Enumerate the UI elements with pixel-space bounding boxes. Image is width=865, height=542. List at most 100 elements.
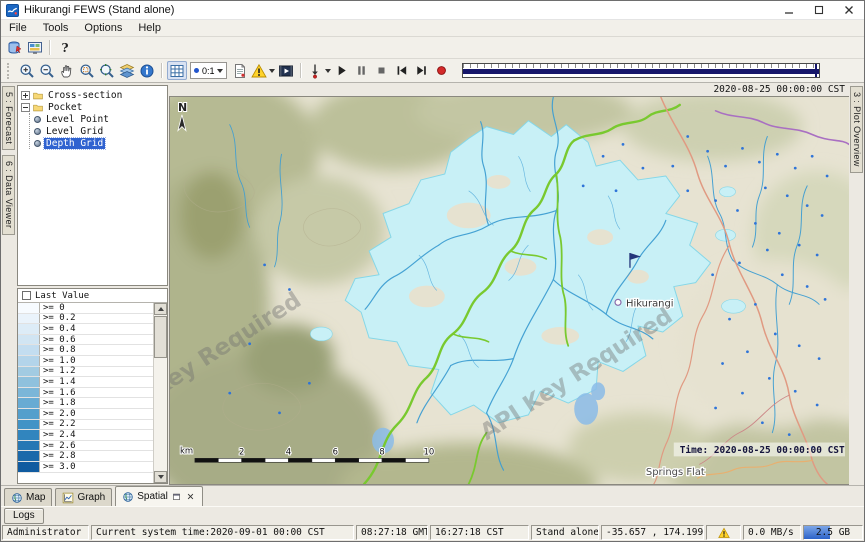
maximize-button[interactable]: [804, 1, 834, 19]
layer-ratio-dropdown[interactable]: 0:1: [190, 62, 227, 79]
tab-data-viewer[interactable]: 6 : Data Viewer: [2, 155, 15, 234]
scroll-up-button[interactable]: [154, 303, 167, 315]
legend-label: >= 2.0: [40, 409, 153, 419]
tree-item-pocket[interactable]: Pocket: [21, 101, 167, 113]
folder-icon: [32, 102, 44, 113]
expand-plus-icon[interactable]: [21, 91, 30, 100]
logs-button[interactable]: Logs: [4, 508, 44, 524]
record-icon: [434, 63, 449, 78]
menu-tools[interactable]: Tools: [35, 21, 77, 35]
tree-item-depth-grid[interactable]: Depth Grid: [34, 137, 167, 149]
collapse-minus-icon[interactable]: [21, 103, 30, 112]
step-back-button[interactable]: [392, 61, 412, 80]
tab-spatial-label: Spatial: [137, 491, 168, 502]
animation-export-button[interactable]: [276, 61, 296, 80]
step-forward-button[interactable]: [412, 61, 432, 80]
tab-map[interactable]: Map: [4, 488, 52, 506]
arrow-down-icon: [158, 475, 164, 479]
tab-graph[interactable]: Graph: [55, 488, 112, 506]
close-button[interactable]: [834, 1, 864, 19]
zoom-box-button[interactable]: [77, 61, 97, 80]
current-time-strip: 2020-08-25 00:00:00 CST: [169, 83, 849, 96]
document-icon: [232, 63, 248, 79]
tab-graph-label: Graph: [77, 492, 105, 503]
zoom-out-button[interactable]: [37, 61, 57, 80]
menu-file[interactable]: File: [1, 21, 35, 35]
legend-label: >= 1.8: [40, 398, 153, 408]
legend-label: >= 0: [40, 303, 153, 313]
zoom-extent-button[interactable]: [97, 61, 117, 80]
legend-scrollbar[interactable]: [154, 303, 167, 483]
topology-tree[interactable]: Cross-section Pocket Level Point Level G…: [17, 85, 168, 286]
legend-swatch: [18, 398, 40, 408]
menu-options[interactable]: Options: [76, 21, 130, 35]
minimize-button[interactable]: [774, 1, 804, 19]
scroll-down-button[interactable]: [154, 471, 167, 483]
pause-button[interactable]: [352, 61, 372, 80]
window-title: Hikurangi FEWS (Stand alone): [24, 4, 174, 16]
legend-swatch: [18, 462, 40, 472]
layers-button[interactable]: [117, 61, 137, 80]
tab-plot-overview[interactable]: 3 : Plot Overview: [850, 86, 863, 173]
legend-label: >= 1.6: [40, 388, 153, 398]
tree-item-cross-section[interactable]: Cross-section: [21, 89, 167, 101]
last-value-checkbox[interactable]: [22, 291, 31, 300]
stop-icon: [374, 63, 389, 78]
current-time-label: 2020-08-25 00:00:00 CST: [713, 84, 845, 95]
legend-label: >= 0.6: [40, 335, 153, 345]
legend-swatch: [18, 303, 40, 313]
legend-row: >= 2.2: [18, 420, 153, 431]
pan-button[interactable]: [57, 61, 77, 80]
toolbar-drag-handle[interactable]: [7, 63, 12, 79]
time-slider-cursor[interactable]: [815, 64, 817, 77]
database-button[interactable]: [5, 38, 25, 57]
play-button[interactable]: [332, 61, 352, 80]
scrollbar-track[interactable]: [154, 358, 167, 471]
help-button[interactable]: ?: [55, 38, 75, 57]
status-gmt-time: 08:27:18 GMT: [356, 525, 428, 540]
time-slider[interactable]: [462, 63, 820, 78]
node-bullet-icon: [34, 140, 41, 147]
main-toolbar: ?: [1, 37, 864, 59]
float-panel-button[interactable]: [171, 491, 182, 502]
tree-item-level-point[interactable]: Level Point: [34, 113, 167, 125]
svg-text:10: 10: [423, 446, 434, 456]
info-button[interactable]: [137, 61, 157, 80]
arrow-up-icon: [158, 307, 164, 311]
profile-tool-icon: [307, 63, 323, 79]
legend-swatch: [18, 451, 40, 461]
app-window: Hikurangi FEWS (Stand alone) File Tools …: [0, 0, 865, 542]
tree-item-level-grid[interactable]: Level Grid: [34, 125, 167, 137]
title-bar[interactable]: Hikurangi FEWS (Stand alone): [1, 1, 864, 20]
chart-icon: [62, 492, 74, 504]
skip-start-icon: [394, 63, 409, 78]
stop-button[interactable]: [372, 61, 392, 80]
menu-help[interactable]: Help: [130, 21, 169, 35]
display-button[interactable]: [25, 38, 45, 57]
status-coordinates: -35.657 , 174.199: [601, 525, 704, 540]
globe-icon: [11, 492, 23, 504]
legend-label: >= 2.8: [40, 451, 153, 461]
profile-tool-button[interactable]: [306, 61, 332, 80]
tab-forecast[interactable]: 5 : Forecast: [2, 86, 15, 150]
warning-dropdown-button[interactable]: [250, 61, 276, 80]
fews-logo-icon: [6, 4, 19, 17]
legend-row: >= 0.2: [18, 314, 153, 325]
svg-text:km: km: [180, 445, 193, 455]
grid-display-button[interactable]: [167, 61, 187, 80]
close-panel-button[interactable]: [185, 491, 196, 502]
display-icon: [27, 40, 43, 56]
movie-icon: [278, 63, 294, 79]
document-button[interactable]: [230, 61, 250, 80]
record-button[interactable]: [432, 61, 452, 80]
tab-map-label: Map: [26, 492, 45, 503]
scrollbar-thumb[interactable]: [154, 316, 167, 358]
play-icon: [334, 63, 349, 78]
tab-spatial[interactable]: Spatial: [115, 486, 203, 506]
status-warning-cell[interactable]: [706, 525, 741, 540]
map-view[interactable]: Hikurangi Springs Flat API Key Required …: [169, 96, 849, 485]
zoom-in-button[interactable]: [17, 61, 37, 80]
legend-swatch: [18, 345, 40, 355]
close-icon: [841, 2, 857, 18]
map-canvas[interactable]: Hikurangi Springs Flat API Key Required …: [170, 97, 849, 484]
